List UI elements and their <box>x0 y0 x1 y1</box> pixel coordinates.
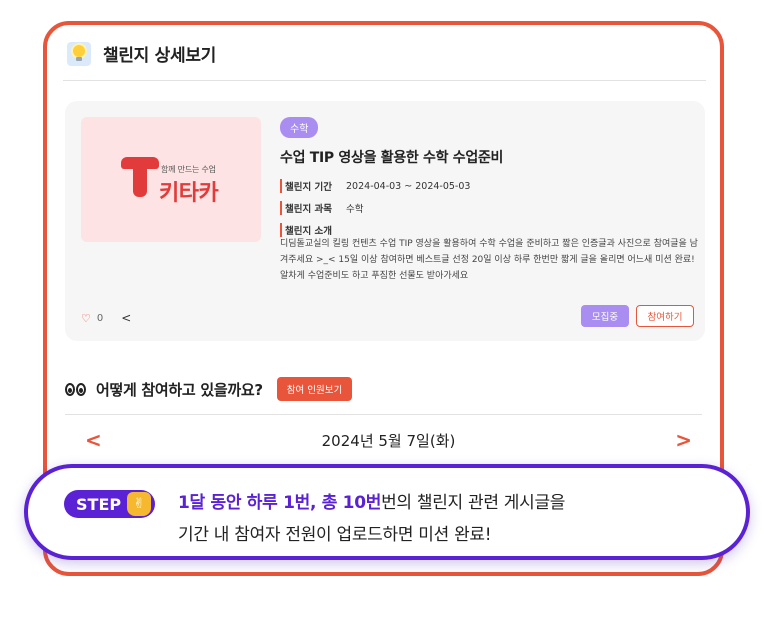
share-icon[interactable]: < <box>121 311 131 325</box>
header: 챌린지 상세보기 <box>67 41 216 66</box>
page-title: 챌린지 상세보기 <box>103 46 216 66</box>
recruiting-status-button[interactable]: 모집중 <box>581 305 629 327</box>
subject-badge: 수학 <box>280 117 319 138</box>
step-description-line2: 기간 내 참여자 전원이 업로드하면 미션 완료! <box>178 525 492 545</box>
intro-label: 챌린지 소개 <box>280 223 332 237</box>
step-badge: STEP ✌ <box>64 490 156 518</box>
intro-text: 디딤돌교실의 킬링 컨텐츠 수업 TIP 영상을 활용하여 수학 수업을 준비하… <box>280 239 698 281</box>
subject-label: 챌린지 과목 <box>280 201 332 215</box>
step-label: STEP <box>76 494 122 514</box>
challenge-card: 함께 만드는 수업 키타카 수학 수업 TIP 영상을 활용한 수학 수업준비 … <box>65 101 705 341</box>
period-row: 챌린지 기간 2024-04-03 ~ 2024-05-03 <box>280 179 470 193</box>
current-date: 2024년 5월 7일(화) <box>321 431 456 450</box>
kitaka-logo-icon <box>121 157 159 197</box>
divider <box>63 80 706 81</box>
logo-tagline: 함께 만드는 수업 <box>161 165 216 174</box>
step-banner: STEP ✌ 1달 동안 하루 1번, 총 10번번의 챌린지 관련 게시글을 … <box>24 464 750 560</box>
participation-section-header: 어떻게 참여하고 있을까요? 참여 인원보기 <box>65 377 353 401</box>
intro-row: 챌린지 소개 <box>280 223 332 237</box>
challenge-thumbnail: 함께 만드는 수업 키타카 <box>81 117 261 242</box>
challenge-title: 수업 TIP 영상을 활용한 수학 수업준비 <box>280 150 504 166</box>
period-value: 2024-04-03 ~ 2024-05-03 <box>346 180 471 192</box>
logo-wordmark: 키타카 <box>159 181 219 206</box>
view-participants-button[interactable]: 참여 인원보기 <box>276 377 353 401</box>
chevron-left-icon[interactable]: < <box>85 428 102 452</box>
lightbulb-icon <box>67 41 91 66</box>
subject-value: 수학 <box>346 204 364 215</box>
reactions: ♡ 0 < <box>81 311 131 325</box>
step-highlight: 1달 동안 하루 1번, 총 10번 <box>178 493 382 513</box>
period-label: 챌린지 기간 <box>280 179 332 193</box>
eyes-icon <box>65 382 86 396</box>
victory-hand-icon: ✌ <box>127 492 152 516</box>
step-line1-rest: 번의 챌린지 관련 게시글을 <box>381 493 566 513</box>
chevron-right-icon[interactable]: > <box>675 428 692 452</box>
step-description-line1: 1달 동안 하루 1번, 총 10번번의 챌린지 관련 게시글을 <box>178 488 565 513</box>
divider <box>65 414 702 415</box>
heart-icon[interactable]: ♡ <box>81 312 91 325</box>
section-title: 어떻게 참여하고 있을까요? <box>96 380 263 399</box>
like-count: 0 <box>96 312 104 324</box>
date-navigator: < 2024년 5월 7일(화) > <box>85 428 692 452</box>
subject-row: 챌린지 과목 수학 <box>280 201 364 215</box>
join-button[interactable]: 참여하기 <box>636 305 694 327</box>
